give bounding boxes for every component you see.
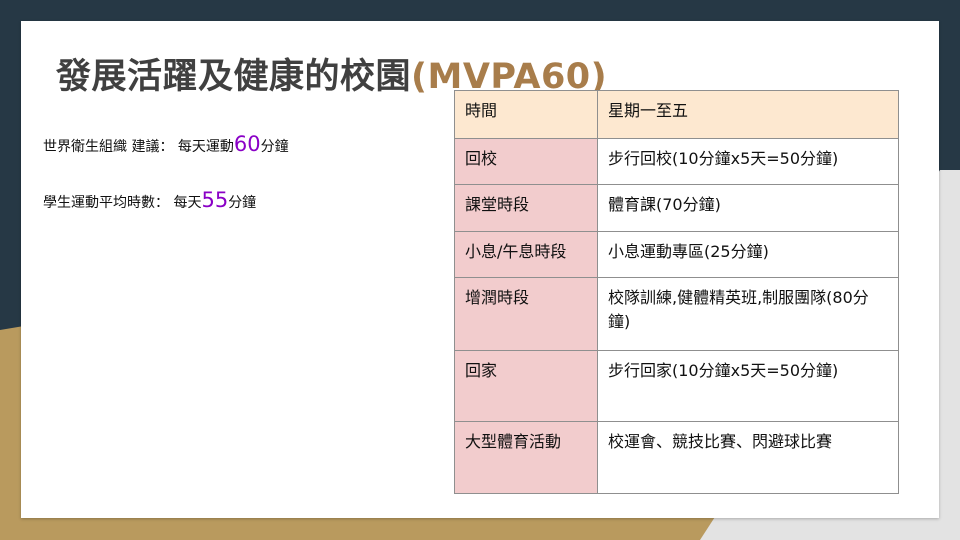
- table-header-row: 時間 星期一至五: [454, 90, 899, 139]
- row-label: 小息/午息時段: [454, 231, 598, 278]
- row-value: 校隊訓練,健體精英班,制服團隊(80分鐘): [597, 277, 899, 351]
- row-value: 校運會、競技比賽、閃避球比賽: [597, 421, 899, 494]
- table-row: 回家 步行回家(10分鐘x5天=50分鐘): [454, 350, 899, 422]
- table-row: 大型體育活動 校運會、競技比賽、閃避球比賽: [454, 421, 899, 494]
- stat-label: 世界衛生組織 建議： 每天運動: [43, 139, 234, 155]
- stat-value: 60: [233, 132, 261, 156]
- table-row: 回校 步行回校(10分鐘x5天=50分鐘): [454, 138, 899, 185]
- stat-unit: 分鐘: [260, 139, 289, 155]
- row-value: 步行回家(10分鐘x5天=50分鐘): [597, 350, 899, 422]
- stat-label: 學生運動平均時數： 每天: [43, 195, 202, 211]
- schedule-table: 時間 星期一至五 回校 步行回校(10分鐘x5天=50分鐘) 課堂時段 體育課(…: [454, 90, 899, 494]
- header-cell-time: 時間: [454, 90, 598, 139]
- row-label: 課堂時段: [454, 184, 598, 232]
- row-label: 大型體育活動: [454, 421, 598, 494]
- stat-who-recommendation: 世界衛生組織 建議： 每天運動60分鐘: [43, 132, 289, 156]
- stat-unit: 分鐘: [228, 195, 257, 211]
- row-label: 回校: [454, 138, 598, 185]
- row-label: 回家: [454, 350, 598, 422]
- table-row: 小息/午息時段 小息運動專區(25分鐘): [454, 231, 899, 278]
- title-main: 發展活躍及健康的校園: [56, 57, 412, 97]
- stat-student-average: 學生運動平均時數： 每天55分鐘: [43, 188, 256, 212]
- row-value: 步行回校(10分鐘x5天=50分鐘): [597, 138, 899, 185]
- table-row: 課堂時段 體育課(70分鐘): [454, 184, 899, 232]
- row-label: 增潤時段: [454, 277, 598, 351]
- row-value: 小息運動專區(25分鐘): [597, 231, 899, 278]
- table-row: 增潤時段 校隊訓練,健體精英班,制服團隊(80分鐘): [454, 277, 899, 351]
- header-cell-days: 星期一至五: [597, 90, 899, 139]
- row-value: 體育課(70分鐘): [597, 184, 899, 232]
- stat-value: 55: [201, 188, 229, 212]
